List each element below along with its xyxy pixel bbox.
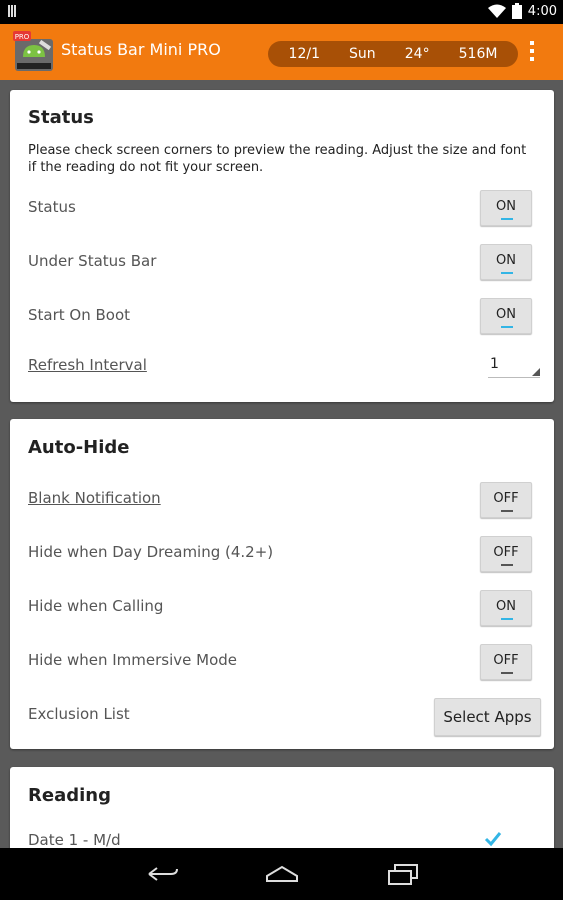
blank-notification-label[interactable]: Blank Notification bbox=[28, 489, 161, 507]
status-card: Status Please check screen corners to pr… bbox=[10, 90, 554, 402]
preview-day: Sun bbox=[349, 46, 376, 62]
navigation-bar bbox=[0, 848, 563, 900]
date-1-checkbox-icon[interactable] bbox=[484, 830, 502, 848]
hide-calling-toggle[interactable]: ON bbox=[480, 590, 532, 626]
start-on-boot-toggle[interactable]: ON bbox=[480, 298, 532, 334]
clock: 4:00 bbox=[527, 3, 557, 19]
refresh-interval-value: 1 bbox=[490, 356, 499, 372]
svg-text:PRO: PRO bbox=[15, 33, 30, 41]
status-description: Please check screen corners to preview t… bbox=[28, 143, 527, 175]
home-icon[interactable] bbox=[264, 862, 300, 886]
date-1-label: Date 1 - M/d bbox=[28, 831, 121, 848]
preview-date: 12/1 bbox=[288, 46, 320, 62]
under-status-bar-label: Under Status Bar bbox=[28, 252, 157, 270]
app-icon[interactable]: PRO bbox=[13, 31, 55, 73]
day-dreaming-toggle[interactable]: OFF bbox=[480, 536, 532, 572]
start-on-boot-label: Start On Boot bbox=[28, 306, 131, 324]
reading-card-title: Reading bbox=[28, 785, 111, 806]
preview-memory: 516M bbox=[458, 46, 498, 62]
autohide-card-title: Auto-Hide bbox=[28, 437, 130, 458]
exclusion-list-label: Exclusion List bbox=[28, 705, 130, 723]
select-apps-button[interactable]: Select Apps bbox=[434, 698, 541, 736]
hide-calling-label: Hide when Calling bbox=[28, 597, 164, 615]
autohide-card: Auto-Hide Blank Notification OFF Hide wh… bbox=[10, 419, 554, 749]
refresh-interval-spinner[interactable]: 1 bbox=[488, 354, 544, 378]
day-dreaming-label: Hide when Day Dreaming (4.2+) bbox=[28, 543, 274, 561]
status-label: Status bbox=[28, 198, 76, 216]
overflow-menu-icon[interactable] bbox=[527, 41, 537, 65]
immersive-mode-toggle[interactable]: OFF bbox=[480, 644, 532, 680]
reading-preview: 12/1 Sun 24° 516M bbox=[268, 41, 518, 67]
blank-notification-toggle[interactable]: OFF bbox=[480, 482, 532, 518]
under-status-bar-toggle[interactable]: ON bbox=[480, 244, 532, 280]
status-card-title: Status bbox=[28, 107, 94, 128]
app-title: Status Bar Mini PRO bbox=[61, 40, 221, 59]
action-bar: PRO Status Bar Mini PRO 12/1 Sun 24° 516… bbox=[0, 24, 563, 80]
reading-card: Reading Date 1 - M/d bbox=[10, 767, 554, 848]
preview-temperature: 24° bbox=[404, 46, 430, 62]
system-status-bar: 4:00 bbox=[0, 0, 563, 24]
immersive-mode-label: Hide when Immersive Mode bbox=[28, 651, 238, 669]
status-toggle[interactable]: ON bbox=[480, 190, 532, 226]
recent-apps-icon[interactable] bbox=[385, 862, 421, 886]
spinner-arrow-icon bbox=[532, 368, 540, 376]
back-icon[interactable] bbox=[145, 862, 181, 886]
refresh-interval-label[interactable]: Refresh Interval bbox=[28, 356, 147, 374]
wifi-icon bbox=[487, 4, 506, 18]
notification-icon bbox=[8, 5, 20, 19]
settings-content[interactable]: Status Please check screen corners to pr… bbox=[0, 80, 563, 848]
battery-icon bbox=[511, 3, 522, 19]
